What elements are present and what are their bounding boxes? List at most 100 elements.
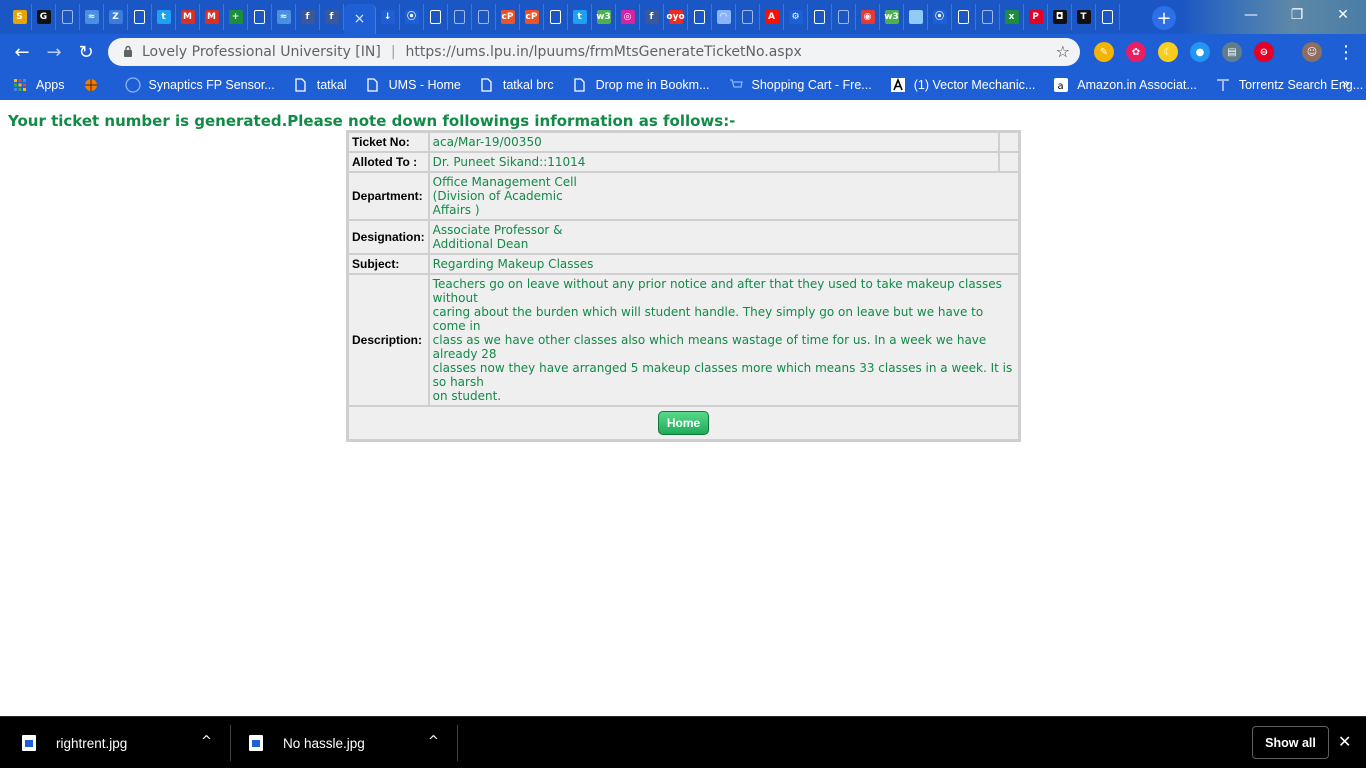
tab[interactable]: G [32, 4, 56, 30]
restore-button[interactable]: ❐ [1274, 0, 1320, 30]
page-content: Your ticket number is generated.Please n… [0, 103, 1366, 716]
tab[interactable] [128, 4, 152, 30]
forward-button[interactable]: → [42, 40, 66, 64]
close-shelf-icon[interactable]: ✕ [1338, 732, 1351, 751]
bookmark-item[interactable] [83, 77, 107, 93]
site-identity-label: Lovely Professional University [IN] [142, 44, 381, 60]
tab[interactable]: cP [520, 4, 544, 30]
tab[interactable]: T [1072, 4, 1096, 30]
bookmarks-overflow-button[interactable]: » [1341, 76, 1350, 92]
tab[interactable]: M [200, 4, 224, 30]
pinterest-save-icon[interactable]: ⊖ [1254, 42, 1274, 62]
tab[interactable]: oyo [664, 4, 688, 30]
svg-text:a: a [1058, 81, 1064, 92]
tab[interactable]: t [568, 4, 592, 30]
table-row: Subject: Regarding Makeup Classes [348, 254, 1019, 274]
bookmark-item[interactable]: Drop me in Bookm... [572, 77, 710, 93]
tab[interactable] [56, 4, 80, 30]
gmail-icon: M [204, 10, 219, 24]
download-options-chevron-icon[interactable]: ^ [201, 734, 212, 749]
bookmark-item[interactable]: a Amazon.in Associat... [1053, 77, 1197, 93]
tab[interactable] [1096, 4, 1120, 30]
tab[interactable] [808, 4, 832, 30]
tab[interactable] [424, 4, 448, 30]
tab[interactable]: ⦿ [400, 4, 424, 30]
download-filename[interactable]: rightrent.jpg [56, 736, 127, 751]
address-bar[interactable]: Lovely Professional University [IN] | ht… [108, 38, 1080, 66]
field-value-line: caring about the burden which will stude… [432, 305, 984, 333]
tab[interactable]: f [640, 4, 664, 30]
download-filename[interactable]: No hassle.jpg [283, 736, 365, 751]
home-button[interactable]: Home [657, 411, 710, 435]
tab[interactable] [448, 4, 472, 30]
download-item[interactable]: No hassle.jpg [249, 717, 365, 769]
tab[interactable]: w3 [592, 4, 616, 30]
bookmark-label: tatkal [316, 78, 347, 92]
minimize-button[interactable]: — [1228, 0, 1274, 30]
tab[interactable]: ◠ [712, 4, 736, 30]
reload-button[interactable]: ↻ [74, 40, 98, 64]
tab[interactable]: + [224, 4, 248, 30]
tab[interactable] [832, 4, 856, 30]
tab-active[interactable]: × [344, 4, 376, 34]
bookmark-item[interactable]: UMS - Home [365, 77, 461, 93]
circle-extension-icon[interactable]: ● [1190, 42, 1210, 62]
profile-avatar[interactable]: ☺ [1302, 42, 1322, 62]
download-item[interactable]: rightrent.jpg [22, 717, 127, 769]
bookmark-item[interactable]: tatkal brc [479, 77, 554, 93]
bookmark-item[interactable]: Shopping Cart - Fre... [728, 77, 872, 93]
tab[interactable]: ⦿ [928, 4, 952, 30]
tab[interactable]: ◘ [1048, 4, 1072, 30]
show-all-downloads-button[interactable]: Show all [1252, 726, 1329, 759]
tab[interactable] [976, 4, 1000, 30]
url-text[interactable]: https://ums.lpu.in/lpuums/frmMtsGenerate… [406, 44, 802, 60]
tab[interactable] [688, 4, 712, 30]
tab[interactable] [248, 4, 272, 30]
tab-close-icon[interactable]: × [354, 11, 366, 27]
tab[interactable] [736, 4, 760, 30]
url-separator: | [390, 44, 396, 60]
tab[interactable]: t [152, 4, 176, 30]
dark-app-icon: ◘ [1052, 10, 1067, 24]
translate-extension-icon[interactable]: ▤ [1222, 42, 1242, 62]
gear-icon: ⚙ [788, 10, 803, 24]
bookmark-item[interactable]: Apps [12, 77, 65, 93]
tab[interactable]: ≈ [80, 4, 104, 30]
tab[interactable]: cP [496, 4, 520, 30]
tab[interactable]: Z [104, 4, 128, 30]
tab[interactable]: S [8, 4, 32, 30]
tab[interactable]: P [1024, 4, 1048, 30]
new-tab-button[interactable]: + [1152, 6, 1176, 30]
tab[interactable]: w3 [880, 4, 904, 30]
tab[interactable]: x [1000, 4, 1024, 30]
tab[interactable]: ⚙ [784, 4, 808, 30]
moon-icon[interactable]: ☾ [1158, 42, 1178, 62]
tab[interactable]: ≈ [272, 4, 296, 30]
bookmark-item[interactable]: tatkal [293, 77, 347, 93]
tab[interactable] [544, 4, 568, 30]
tab[interactable]: ◉ [856, 4, 880, 30]
paint-extension-icon[interactable]: ✎ [1094, 42, 1114, 62]
tab[interactable]: A [760, 4, 784, 30]
browser-menu-button[interactable]: ⋮ [1334, 40, 1358, 64]
back-button[interactable]: ← [10, 40, 34, 64]
tab[interactable] [904, 4, 928, 30]
tab[interactable] [472, 4, 496, 30]
map-pin-icon: ⦿ [404, 10, 419, 24]
color-picker-icon[interactable]: ✿ [1126, 42, 1146, 62]
facebook-icon: f [300, 10, 315, 24]
tab[interactable]: f [296, 4, 320, 30]
tab[interactable]: ◎ [616, 4, 640, 30]
download-divider [457, 725, 458, 761]
tab[interactable]: ↓ [376, 4, 400, 30]
tab[interactable]: M [176, 4, 200, 30]
tab[interactable] [952, 4, 976, 30]
download-options-chevron-icon[interactable]: ^ [428, 734, 439, 749]
lock-icon[interactable] [114, 45, 142, 60]
image-file-icon [249, 735, 263, 751]
window-close-button[interactable]: ✕ [1320, 0, 1366, 30]
tab[interactable]: f [320, 4, 344, 30]
bookmark-star-icon[interactable]: ☆ [1056, 42, 1070, 61]
bookmark-item[interactable]: Synaptics FP Sensor... [124, 77, 275, 93]
bookmark-item[interactable]: (1) Vector Mechanic... [890, 77, 1035, 93]
